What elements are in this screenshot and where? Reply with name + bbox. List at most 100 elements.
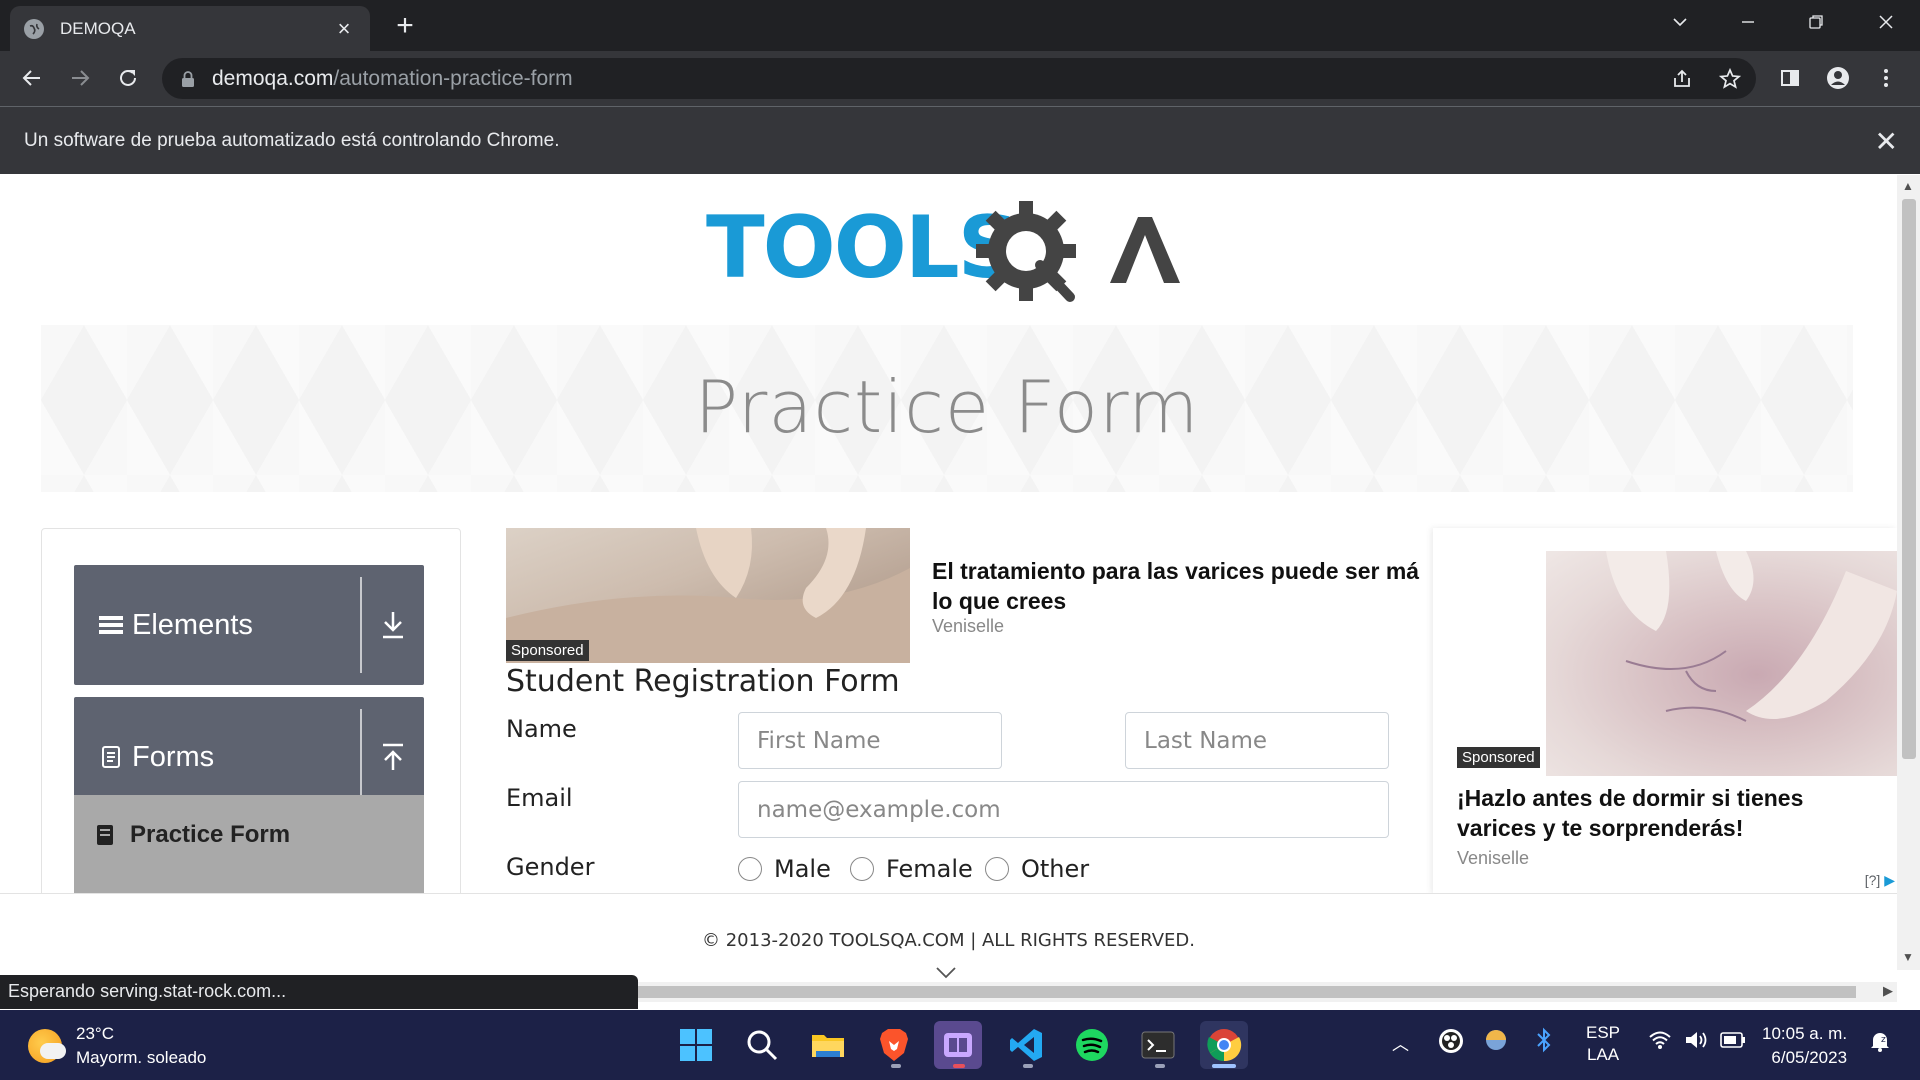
page-banner: Practice Form	[41, 325, 1853, 492]
scroll-down-icon[interactable]: ▼	[1902, 950, 1914, 964]
collapse-arrow-icon[interactable]	[380, 742, 406, 772]
url-domain: demoqa.com	[212, 66, 334, 90]
tray-overflow-icon[interactable]: ︿	[1392, 1030, 1409, 1055]
hamburger-icon	[99, 616, 123, 634]
tab-close-icon[interactable]: ×	[332, 16, 356, 42]
chevron-down-icon	[936, 967, 956, 979]
radio-button[interactable]	[985, 857, 1009, 881]
ad-brand[interactable]: Veniselle	[932, 616, 1004, 637]
ad-photo-skin	[1606, 551, 1897, 722]
search-icon[interactable]	[738, 1021, 786, 1069]
email-input[interactable]: name@example.com	[738, 781, 1389, 838]
ad-image[interactable]	[1546, 551, 1897, 776]
radio-label[interactable]: Other	[1021, 855, 1089, 883]
app-tray-icon[interactable]	[1484, 1028, 1508, 1057]
gender-radio-male[interactable]: Male	[738, 855, 831, 883]
browser-tab-demoqa[interactable]: DEMOQA ×	[10, 6, 370, 51]
browser-toolbar: demoqa.com/automation-practice-form	[0, 51, 1920, 106]
first-name-placeholder: First Name	[757, 727, 881, 754]
taskbar-indicator	[953, 1064, 965, 1068]
bluetooth-icon[interactable]	[1534, 1027, 1554, 1058]
address-bar[interactable]: demoqa.com/automation-practice-form	[162, 58, 1756, 99]
gender-radio-female[interactable]: Female	[850, 855, 973, 883]
email-label: Email	[506, 784, 573, 812]
battery-icon[interactable]	[1720, 1031, 1746, 1054]
spotify-icon[interactable]	[1068, 1021, 1116, 1069]
toolsqa-logo[interactable]: TOOLS	[706, 199, 1190, 309]
new-tab-button[interactable]: +	[388, 10, 422, 44]
adchoices-icon[interactable]: [?] ▶	[1865, 872, 1895, 889]
keyboard-layout: LAA	[1586, 1045, 1620, 1064]
sidebar-item-practice-form[interactable]: Practice Form	[94, 821, 290, 849]
tab-search-icon[interactable]	[1646, 0, 1714, 44]
forward-button[interactable]	[62, 60, 98, 96]
restore-icon[interactable]	[1782, 0, 1850, 44]
radio-button[interactable]	[738, 857, 762, 881]
reload-button[interactable]	[110, 60, 146, 96]
last-name-placeholder: Last Name	[1144, 727, 1268, 754]
infobar-close-icon[interactable]: ✕	[1875, 125, 1898, 158]
svg-text:TOOLS: TOOLS	[706, 199, 1018, 298]
radio-label[interactable]: Female	[886, 855, 973, 883]
lock-icon[interactable]	[180, 70, 196, 88]
system-clock[interactable]: 10:05 a. m. 6/05/2023	[1762, 1022, 1847, 1070]
ad-image[interactable]: Sponsored	[506, 528, 910, 663]
weather-temperature: 23°C	[76, 1024, 114, 1043]
adchoices-label[interactable]: [?]	[1865, 872, 1881, 888]
ad-banner-top[interactable]: Sponsored El tratamiento para las varice…	[506, 528, 1436, 663]
windows-start-icon[interactable]	[672, 1021, 720, 1069]
taskbar-indicator	[891, 1064, 901, 1068]
page-footer: © 2013-2020 TOOLSQA.COM | ALL RIGHTS RES…	[0, 893, 1897, 979]
ad-brand[interactable]: Veniselle	[1457, 848, 1529, 869]
close-window-icon[interactable]	[1852, 0, 1920, 44]
ad-headline[interactable]: El tratamiento para las varices puede se…	[932, 556, 1436, 616]
scroll-right-icon[interactable]: ▶	[1883, 983, 1893, 999]
wifi-icon[interactable]	[1648, 1030, 1672, 1055]
vscode-icon[interactable]	[1002, 1021, 1050, 1069]
kebab-menu-icon	[1884, 69, 1888, 87]
browser-status-bubble: Esperando serving.stat-rock.com...	[0, 975, 638, 1009]
remote-app-icon[interactable]	[934, 1021, 982, 1069]
gender-radio-other[interactable]: Other	[985, 855, 1089, 883]
notification-icon[interactable]: z	[1868, 1029, 1892, 1058]
vertical-scrollbar[interactable]: ▲ ▼	[1897, 175, 1920, 970]
last-name-input[interactable]: Last Name	[1125, 712, 1389, 769]
language-indicator[interactable]: ESP LAA	[1586, 1022, 1620, 1066]
back-button[interactable]	[14, 60, 50, 96]
obs-icon[interactable]	[1438, 1028, 1464, 1059]
sponsored-badge: Sponsored	[1457, 747, 1540, 768]
scrollbar-thumb[interactable]	[638, 986, 1856, 998]
share-icon[interactable]	[1670, 67, 1694, 91]
side-panel-button[interactable]	[1772, 60, 1808, 96]
scroll-up-icon[interactable]: ▲	[1902, 179, 1914, 193]
copyright-text: © 2013-2020 TOOLSQA.COM | ALL RIGHTS RES…	[701, 930, 1195, 951]
profile-button[interactable]	[1820, 60, 1856, 96]
language-code: ESP	[1586, 1023, 1621, 1042]
weather-description: Mayorm. soleado	[76, 1048, 207, 1067]
file-explorer-icon[interactable]	[804, 1021, 852, 1069]
expand-arrow-icon[interactable]	[380, 610, 406, 640]
terminal-icon[interactable]	[1134, 1021, 1182, 1069]
brave-browser-icon[interactable]	[870, 1021, 918, 1069]
weather-widget[interactable]: 23°C Mayorm. soleado	[28, 1022, 206, 1070]
radio-button[interactable]	[850, 857, 874, 881]
volume-icon[interactable]	[1684, 1029, 1710, 1056]
url-text: demoqa.com/automation-practice-form	[212, 67, 573, 91]
first-name-input[interactable]: First Name	[738, 712, 1002, 769]
profile-icon	[1827, 67, 1849, 89]
page-title: Practice Form	[694, 365, 1200, 449]
menu-button[interactable]	[1868, 60, 1904, 96]
ad-banner-right[interactable]: Sponsored ¡Hazlo antes de dormir si tien…	[1433, 528, 1897, 893]
email-placeholder: name@example.com	[757, 796, 1001, 823]
partly-sunny-icon	[28, 1029, 66, 1063]
clock-date: 6/05/2023	[1771, 1048, 1848, 1067]
automation-infobar: Un software de prueba automatizado está …	[0, 106, 1920, 174]
scrollbar-thumb[interactable]	[1902, 199, 1916, 759]
chrome-icon[interactable]	[1200, 1021, 1248, 1069]
minimize-icon[interactable]	[1714, 0, 1782, 44]
sidebar-group-elements[interactable]: Elements	[74, 565, 424, 685]
bookmark-star-icon[interactable]	[1718, 67, 1742, 91]
radio-label[interactable]: Male	[774, 855, 831, 883]
tab-title: DEMOQA	[60, 18, 136, 38]
ad-headline[interactable]: ¡Hazlo antes de dormir si tienes varices…	[1457, 783, 1887, 843]
